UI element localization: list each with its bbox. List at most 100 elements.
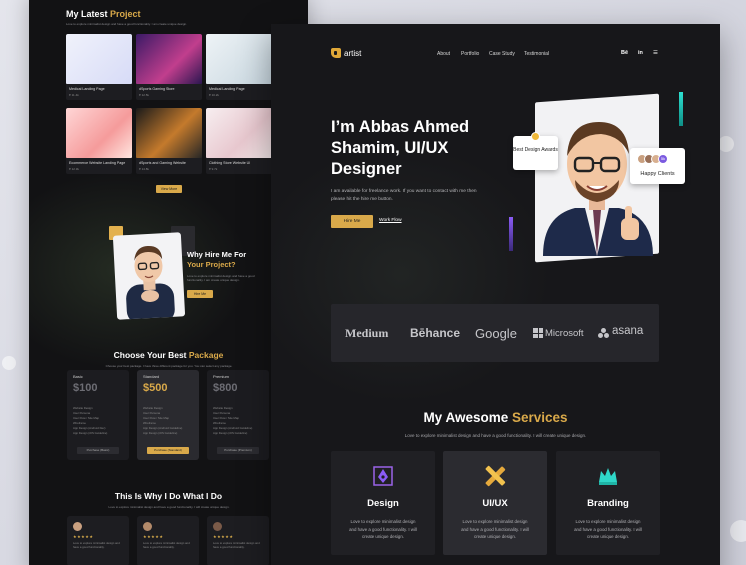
package-feature: App Design (iOS Guideline) [73, 431, 108, 435]
package-feature: App Design (iOS Guideline) [143, 431, 178, 435]
package-name: Premium [213, 374, 230, 379]
brand-medium: Medium [345, 326, 389, 340]
package-name: Basic [73, 374, 83, 379]
project-card[interactable]: Clothing Store Website UI ♥ 9.7k [206, 108, 272, 174]
package-card-basic[interactable]: Basic $100 Website Design User Persona U… [67, 370, 129, 460]
projects-title: My Latest Project [66, 9, 141, 19]
brand-behance: Bēhance [410, 326, 461, 340]
brand-google: Google [475, 326, 517, 341]
crown-icon [599, 468, 617, 485]
purchase-button[interactable]: Purchase (Standard) [147, 447, 189, 454]
package-card-premium[interactable]: Premium $800 Website Design User Persona… [207, 370, 269, 460]
project-likes: ♥ 12.3k [69, 167, 79, 171]
project-likes: ♥ 9.7k [209, 167, 218, 171]
service-name: UI/UX [482, 498, 508, 509]
hero-title: I’m Abbas Ahmed Shamim, UI/UX Designer [331, 118, 470, 178]
why-hire-text: Love to explore minimalist design and ha… [187, 274, 255, 282]
package-feature: User Flow / Site Map [213, 416, 239, 420]
decor-bar [679, 92, 683, 126]
decor-bubble [730, 520, 746, 542]
project-likes: ♥ 14.8k [139, 167, 149, 171]
why-hire-title: Why Hire Me For Your Project? [187, 250, 247, 269]
award-badge-label: Best Design Awards [513, 147, 558, 153]
clients-count-bubble: 5k [658, 154, 668, 164]
service-name: Design [367, 498, 399, 509]
project-thumbnail [66, 108, 132, 158]
project-likes: ♥ 11.4k [69, 93, 79, 97]
project-card[interactable]: dSports Gaming Store ♥ 12.5k [136, 34, 202, 100]
service-card-design[interactable]: Design Love to explore minimalist design… [331, 451, 435, 555]
package-price: $800 [213, 382, 238, 394]
clients-badge-label: Happy Clients [640, 171, 675, 177]
package-feature: User Persona [73, 411, 91, 415]
project-card[interactable]: Ecommerce Website Landing Page ♥ 12.3k [66, 108, 132, 174]
service-description: Love to explore minimalist design and ha… [461, 519, 529, 539]
behance-icon[interactable]: Bē [621, 50, 628, 56]
testimonial-text: Love to explore minimalist design and ha… [143, 541, 190, 549]
brand-strip: Medium Bēhance Google Microsoft asana [331, 304, 659, 362]
screenshot-stage: My Latest Project Love to explore minima… [0, 0, 746, 565]
menu-icon[interactable]: ☰ [653, 50, 658, 56]
package-feature: App Design (iOS Guideline) [213, 431, 248, 435]
package-feature: App Design (Android Guideline) [143, 426, 183, 430]
package-name: Standard [143, 374, 160, 379]
view-more-button[interactable]: View More [156, 185, 182, 193]
package-feature: User Persona [213, 411, 231, 415]
package-feature: Website Design [73, 406, 93, 410]
testimonial-card: ★★★★★ Love to explore minimalist design … [67, 516, 129, 565]
site-logo[interactable]: artist [331, 48, 361, 58]
service-card-uiux[interactable]: UI/UX Love to explore minimalist design … [443, 451, 547, 555]
project-card[interactable]: Medical Landing Page ♥ 11.4k [66, 34, 132, 100]
project-likes: ♥ 10.2k [209, 93, 219, 97]
service-card-branding[interactable]: Branding Love to explore minimalist desi… [556, 451, 660, 555]
avatar [213, 522, 222, 531]
pen-tool-icon [373, 466, 393, 486]
testimonial-card: ★★★★★ Love to explore minimalist design … [207, 516, 269, 565]
right-page-mockup: artist About Portfolio Case Study Testim… [271, 24, 720, 565]
purchase-button[interactable]: Purchase (Basic) [77, 447, 119, 454]
service-description: Love to explore minimalist design and ha… [349, 519, 417, 539]
medal-icon [531, 132, 540, 141]
decor-bubble [718, 136, 734, 152]
project-thumbnail [136, 34, 202, 84]
projects-subtitle: Love to explore minimalist design and ha… [66, 22, 188, 26]
project-title: dSports Gaming Store [139, 87, 175, 91]
project-likes: ♥ 12.5k [139, 93, 149, 97]
nav-about[interactable]: About [437, 51, 450, 57]
package-feature: App Design (Android Dev) [73, 426, 106, 430]
left-page-mockup: My Latest Project Love to explore minima… [29, 0, 308, 565]
award-badge: Best Design Awards [513, 132, 558, 170]
testimonial-text: Love to explore minimalist design and ha… [213, 541, 260, 549]
package-price: $500 [143, 382, 168, 394]
microsoft-icon [533, 328, 543, 338]
project-thumbnail [206, 108, 272, 158]
project-title: Medical Landing Page [209, 87, 245, 91]
nav-portfolio[interactable]: Portfolio [461, 51, 479, 57]
package-card-standard[interactable]: Standard $500 Website Design User Person… [137, 370, 199, 460]
pencil-ruler-icon [485, 465, 506, 487]
service-name: Branding [587, 498, 629, 509]
testimonials-title: This Is Why I Do What I Do [114, 491, 223, 501]
client-avatars: 5k [637, 154, 668, 164]
avatar [143, 522, 152, 531]
brand-asana: asana [612, 325, 644, 337]
decor-bar [509, 217, 513, 251]
why-hire-button[interactable]: Hire Me [187, 290, 213, 298]
logo-text: artist [344, 48, 362, 58]
nav-case-study[interactable]: Case Study [489, 51, 515, 57]
project-card[interactable]: Medical Landing Page ♥ 10.2k [206, 34, 272, 100]
package-feature: User Persona [143, 411, 161, 415]
linkedin-icon[interactable]: in [638, 50, 643, 56]
portrait-image [112, 232, 186, 320]
work-flow-link[interactable]: Work Flow [379, 218, 402, 223]
package-feature: Website Design [213, 406, 233, 410]
hire-me-button[interactable]: Hire Me [331, 215, 373, 228]
services-subtitle: Love to explore minimalist design and ha… [404, 433, 587, 438]
project-card[interactable]: dSports and Gaming Website ♥ 14.8k [136, 108, 202, 174]
nav-testimonial[interactable]: Testimonial [524, 51, 549, 57]
service-description: Love to explore minimalist design and ha… [574, 519, 642, 539]
services-title: My Awesome Services [423, 410, 568, 425]
purchase-button[interactable]: Purchase (Premium) [217, 447, 259, 454]
package-feature: Website Design [143, 406, 163, 410]
packages-subtitle: Choose your best package. I have three d… [105, 364, 233, 368]
